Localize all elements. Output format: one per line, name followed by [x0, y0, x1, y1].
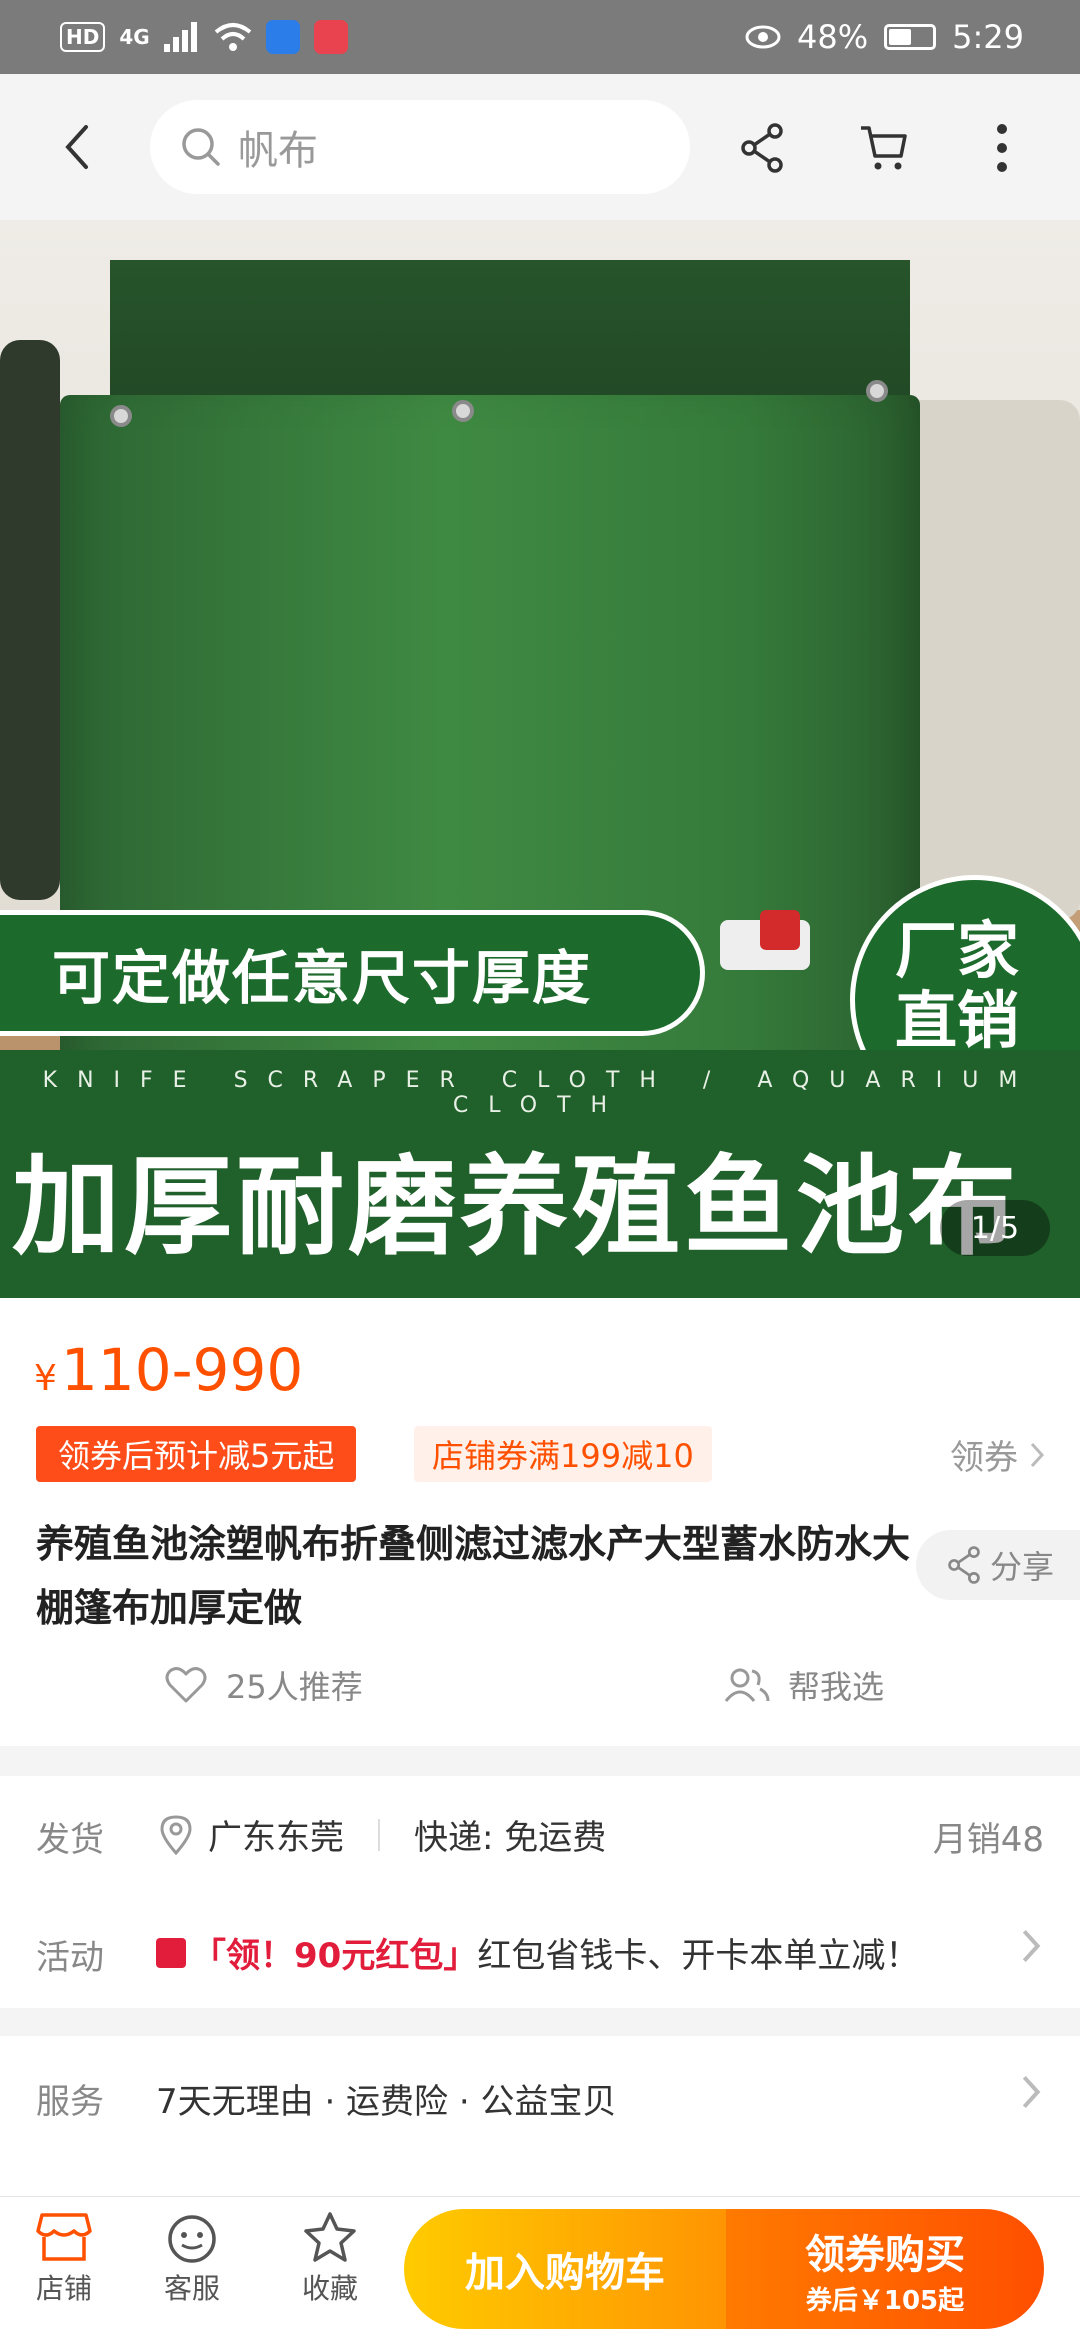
search-input[interactable]: 帆布 — [150, 100, 690, 194]
status-left: HD 4G — [60, 20, 348, 54]
status-bar: HD 4G 48% 5:29 — [0, 0, 1080, 74]
coupon-estimate-tag[interactable]: 领券后预计减5元起 — [36, 1426, 357, 1482]
more-button[interactable] — [974, 120, 1030, 176]
clock: 5:29 — [952, 18, 1024, 56]
shipping-info: 广东东莞 快递: 免运费 — [160, 1810, 606, 1859]
favorite-label: 收藏 — [301, 2272, 358, 2305]
app-notification-icon — [265, 20, 300, 54]
app-notification-icon — [313, 20, 348, 54]
person-leg — [0, 340, 60, 900]
grommet — [866, 380, 888, 402]
share-button[interactable] — [734, 120, 790, 176]
customer-service-button[interactable]: 客服 — [142, 2211, 242, 2307]
share-button[interactable]: 分享 — [916, 1530, 1080, 1600]
product-image-carousel[interactable]: 可定做任意尺寸厚度 厂家 直销 KNIFE SCRAPER CLOTH / AQ… — [0, 220, 1080, 1298]
more-icon — [997, 124, 1007, 172]
shop-coupon-tag[interactable]: 店铺券满199减10 — [414, 1426, 712, 1482]
price-value: 110-990 — [60, 1336, 304, 1404]
activity-row[interactable]: 「领！90元红包」 红包省钱卡、开卡本单立减！ — [156, 1928, 919, 1977]
battery-percent: 48% — [797, 18, 869, 56]
chevron-right-icon — [1030, 1442, 1045, 1467]
signal-icon — [163, 22, 197, 52]
get-coupon-link[interactable]: 领券 — [950, 1430, 1046, 1479]
divider — [378, 1818, 380, 1851]
recommend-count: 25人推荐 — [226, 1668, 363, 1706]
buy-main-label: 领券购买 — [805, 2231, 965, 2278]
headline-text: 加厚耐磨养殖鱼池布 — [12, 1145, 1021, 1270]
service-items: 7天无理由 · 运费险 · 公益宝贝 — [156, 2082, 617, 2122]
search-icon — [182, 128, 220, 166]
status-right: 48% 5:29 — [745, 18, 1024, 56]
bottom-action-bar: 店铺 客服 收藏 加入购物车 领券购买 券后￥105起 — [0, 2196, 1080, 2340]
star-icon — [304, 2212, 356, 2262]
buy-with-coupon-button[interactable]: 领券购买 券后￥105起 — [726, 2209, 1044, 2329]
favorite-button[interactable]: 收藏 — [280, 2211, 380, 2307]
shipping-express: 快递: 免运费 — [414, 1818, 607, 1858]
help-choose-button[interactable]: 帮我选 — [724, 1662, 884, 1708]
battery-icon — [884, 24, 937, 50]
hd-indicator: HD — [60, 22, 106, 52]
service-card[interactable]: 服务 7天无理由 · 运费险 · 公益宝贝 — [0, 2036, 1080, 2196]
headline-banner: KNIFE SCRAPER CLOTH / AQUARIUM CLOTH 加厚耐… — [0, 1050, 1080, 1298]
eye-comfort-icon — [745, 25, 781, 49]
grommet — [452, 400, 474, 422]
chat-face-icon — [168, 2215, 216, 2263]
shipping-label: 发货 — [36, 1820, 104, 1860]
cart-icon — [861, 126, 907, 170]
activity-text: 红包省钱卡、开卡本单立减！ — [477, 1936, 920, 1976]
chevron-right-icon — [1022, 1929, 1041, 1963]
monthly-sales: 月销48 — [932, 1820, 1044, 1860]
customer-service-label: 客服 — [163, 2272, 220, 2305]
person-leg — [900, 400, 1080, 920]
search-placeholder: 帆布 — [238, 128, 318, 174]
service-label: 服务 — [36, 2082, 104, 2122]
currency-symbol: ¥ — [34, 1358, 57, 1399]
badge-line-1: 厂家 — [895, 914, 1020, 987]
help-choose-label: 帮我选 — [788, 1668, 885, 1706]
back-icon — [65, 125, 88, 169]
badge-line-2: 直销 — [895, 984, 1020, 1057]
custom-size-banner: 可定做任意尺寸厚度 — [0, 910, 705, 1036]
location-pin-icon — [160, 1814, 192, 1855]
buy-sub-label: 券后￥105起 — [805, 2285, 965, 2316]
product-info: ¥ 110-990 领券后预计减5元起 店铺券满199减10 领券 养殖鱼池涂塑… — [0, 1298, 1080, 1746]
share-icon — [948, 1546, 980, 1584]
custom-size-text: 可定做任意尺寸厚度 — [52, 944, 593, 1012]
drain-valve-handle — [760, 910, 800, 950]
price: ¥ 110-990 — [34, 1336, 303, 1404]
product-title: 养殖鱼池涂塑帆布折叠侧滤过滤水产大型蓄水防水大棚篷布加厚定做 — [36, 1522, 911, 1630]
shop-icon — [36, 2213, 92, 2261]
shop-button[interactable]: 店铺 — [14, 2211, 114, 2307]
get-coupon-label: 领券 — [950, 1438, 1018, 1478]
cart-button[interactable] — [856, 120, 912, 176]
share-label: 分享 — [990, 1548, 1055, 1586]
image-pager: 1/5 — [940, 1200, 1050, 1256]
grommet — [110, 405, 132, 427]
headline-subtitle: KNIFE SCRAPER CLOTH / AQUARIUM CLOTH — [42, 1068, 1038, 1118]
shipping-card: 发货 广东东莞 快递: 免运费 月销48 活动 「领！90元红包」 红包省钱卡、… — [0, 1776, 1080, 2008]
activity-highlight: 「领！90元红包」 — [192, 1936, 478, 1976]
wifi-icon — [214, 23, 251, 51]
people-icon — [724, 1668, 770, 1702]
shop-label: 店铺 — [35, 2272, 92, 2305]
red-packet-icon — [156, 1937, 186, 1968]
share-icon — [741, 123, 783, 173]
add-to-cart-button[interactable]: 加入购物车 — [404, 2209, 726, 2329]
top-nav: 帆布 — [0, 74, 1080, 220]
recommend-button[interactable]: 25人推荐 — [164, 1662, 363, 1708]
activity-label: 活动 — [36, 1938, 104, 1978]
shipping-location: 广东东莞 — [208, 1818, 344, 1858]
heart-icon — [165, 1667, 207, 1703]
network-type: 4G — [119, 25, 150, 49]
back-button[interactable] — [50, 120, 104, 174]
chevron-right-icon — [1022, 2075, 1041, 2109]
